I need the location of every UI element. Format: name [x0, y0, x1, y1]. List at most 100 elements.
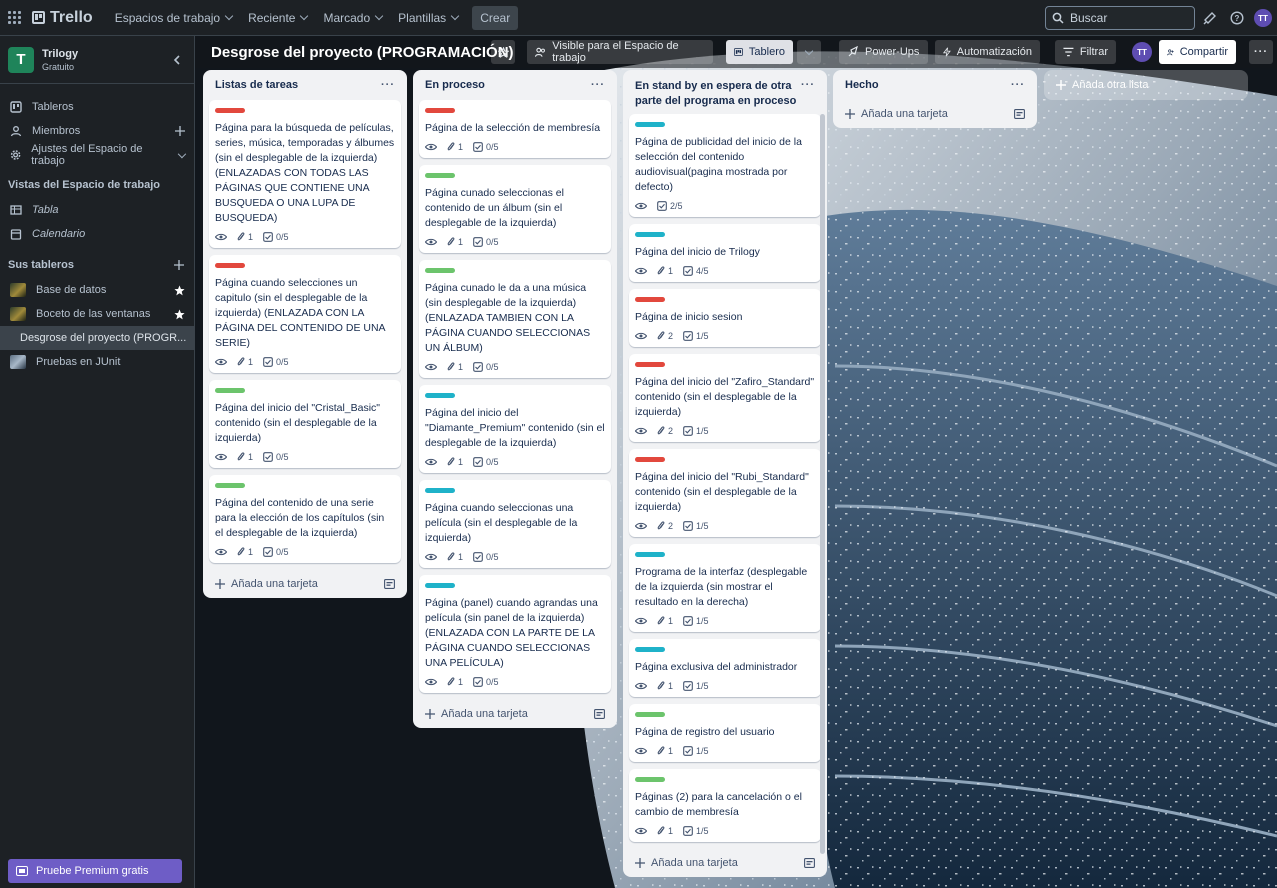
card[interactable]: Página del inicio del "Zafiro_Standard" … [629, 354, 821, 442]
trello-logo[interactable]: Trello [32, 9, 93, 27]
card[interactable]: Página del inicio de Trilogy 1 4/5 [629, 224, 821, 282]
list-header[interactable]: Listas de tareas ··· [209, 70, 401, 100]
card-label-red[interactable] [635, 457, 665, 462]
card[interactable]: Página cuando selecciones un capitulo (s… [209, 255, 401, 373]
card-label-green[interactable] [635, 712, 665, 717]
card[interactable]: Página de inicio sesion 2 1/5 [629, 289, 821, 347]
sidebar-item-boards[interactable]: Tableros [0, 95, 195, 119]
card-label-cyan[interactable] [635, 552, 665, 557]
board-item-desgrose[interactable]: Desgrose del proyecto (PROGR... [0, 326, 195, 350]
board-title[interactable]: Desgrose del proyecto (PROGRAMACIÓN) [211, 44, 514, 61]
card-template-icon[interactable] [594, 709, 605, 719]
card[interactable]: Página (panel) cuando agrandas una pelíc… [419, 575, 611, 693]
board-menu-button[interactable]: ··· [1249, 40, 1273, 64]
board-member-avatar[interactable]: TT [1132, 42, 1152, 62]
card-label-red[interactable] [425, 108, 455, 113]
add-card-button[interactable]: Añada una tarjeta [629, 849, 821, 877]
list-title[interactable]: Hecho [845, 78, 879, 93]
list-header[interactable]: En proceso ··· [419, 70, 611, 100]
user-avatar[interactable]: TT [1254, 9, 1272, 27]
share-button[interactable]: Compartir [1159, 40, 1236, 64]
list-menu-icon[interactable]: ··· [591, 79, 605, 91]
create-button[interactable]: Crear [472, 5, 519, 30]
list-scrollbar[interactable] [820, 114, 825, 854]
add-card-button[interactable]: Añada una tarjeta [209, 570, 401, 598]
card[interactable]: Página de publicidad del inicio de la se… [629, 114, 821, 217]
list-menu-icon[interactable]: ··· [1011, 79, 1025, 91]
notifications-icon[interactable] [1201, 9, 1219, 27]
card-label-cyan[interactable] [635, 232, 665, 237]
nav-starred[interactable]: Marcado [315, 4, 390, 32]
card-label-green[interactable] [425, 268, 455, 273]
sidebar-item-table[interactable]: Tabla [0, 198, 195, 222]
workspace-name[interactable]: Trilogy [42, 48, 78, 60]
card[interactable]: Programa de la interfaz (desplegable de … [629, 544, 821, 632]
card-label-green[interactable] [635, 777, 665, 782]
card-label-cyan[interactable] [425, 583, 455, 588]
add-board-plus-icon[interactable] [174, 260, 184, 270]
filter-button[interactable]: Filtrar [1055, 40, 1116, 64]
card-label-red[interactable] [215, 108, 245, 113]
card-template-icon[interactable] [384, 579, 395, 589]
powerups-button[interactable]: Power-Ups [839, 40, 928, 64]
card-label-green[interactable] [215, 388, 245, 393]
add-card-button[interactable]: Añada una tarjeta [839, 100, 1031, 128]
list-menu-icon[interactable]: ··· [381, 79, 395, 91]
star-icon[interactable] [174, 285, 185, 296]
plus-icon[interactable] [175, 126, 185, 136]
card[interactable]: Página del inicio del "Rubi_Standard" co… [629, 449, 821, 537]
checklist-count: 1/5 [696, 426, 709, 436]
workspace-avatar[interactable]: T [8, 46, 34, 73]
nav-templates[interactable]: Plantillas [390, 4, 466, 32]
list-menu-icon[interactable]: ··· [801, 79, 815, 91]
card[interactable]: Página del inicio del "Cristal_Basic" co… [209, 380, 401, 468]
sidebar-item-settings[interactable]: Ajustes del Espacio de trabajo [0, 143, 195, 167]
card-template-icon[interactable] [1014, 109, 1025, 119]
card[interactable]: Página cunado seleccionas el contenido d… [419, 165, 611, 253]
list-header[interactable]: Hecho ··· [839, 70, 1031, 100]
list-title[interactable]: En stand by en espera de otra parte del … [635, 79, 801, 109]
card[interactable]: Página para la búsqueda de películas, se… [209, 100, 401, 248]
card-label-cyan[interactable] [635, 122, 665, 127]
card[interactable]: Páginas (2) para la cancelación o el cam… [629, 769, 821, 842]
star-icon[interactable] [174, 309, 185, 320]
card-label-green[interactable] [425, 173, 455, 178]
card-label-cyan[interactable] [425, 393, 455, 398]
star-board-button[interactable] [491, 40, 515, 64]
nav-recent[interactable]: Reciente [240, 4, 315, 32]
card-label-red[interactable] [635, 362, 665, 367]
add-list-button[interactable]: Añada otra lista [1044, 70, 1248, 100]
view-switcher-button[interactable] [797, 40, 821, 64]
card-label-red[interactable] [635, 297, 665, 302]
board-item-base-de-datos[interactable]: Base de datos [0, 278, 195, 302]
card-label-cyan[interactable] [635, 647, 665, 652]
card-label-cyan[interactable] [425, 488, 455, 493]
view-board-button[interactable]: Tablero [726, 40, 793, 64]
sidebar-item-members[interactable]: Miembros [0, 119, 195, 143]
card-label-red[interactable] [215, 263, 245, 268]
visibility-button[interactable]: Visible para el Espacio de trabajo [527, 40, 713, 64]
board-item-boceto[interactable]: Boceto de las ventanas [0, 302, 195, 326]
search-input[interactable]: Buscar [1045, 6, 1195, 30]
card-label-green[interactable] [215, 483, 245, 488]
list-header[interactable]: En stand by en espera de otra parte del … [629, 70, 821, 114]
card[interactable]: Página del inicio del "Diamante_Premium"… [419, 385, 611, 473]
card-template-icon[interactable] [804, 858, 815, 868]
add-card-button[interactable]: Añada una tarjeta [419, 700, 611, 728]
list-title[interactable]: Listas de tareas [215, 78, 298, 93]
collapse-sidebar-icon[interactable] [168, 51, 186, 69]
card[interactable]: Página de la selección de membresía 1 0/5 [419, 100, 611, 158]
card[interactable]: Página cunado le da a una música (sin de… [419, 260, 611, 378]
card[interactable]: Página exclusiva del administrador 1 1/5 [629, 639, 821, 697]
nav-workspaces[interactable]: Espacios de trabajo [107, 4, 240, 32]
card[interactable]: Página cuando seleccionas una película (… [419, 480, 611, 568]
card[interactable]: Página del contenido de una serie para l… [209, 475, 401, 563]
sidebar-item-calendar[interactable]: Calendario [0, 222, 195, 246]
automation-button[interactable]: Automatización [935, 40, 1040, 64]
card[interactable]: Página de registro del usuario 1 1/5 [629, 704, 821, 762]
try-premium-button[interactable]: Pruebe Premium gratis [8, 859, 182, 883]
list-title[interactable]: En proceso [425, 78, 485, 93]
board-item-pruebas-junit[interactable]: Pruebas en JUnit [0, 350, 195, 374]
help-icon[interactable]: ? [1228, 9, 1246, 27]
app-switcher-icon[interactable] [8, 10, 22, 25]
